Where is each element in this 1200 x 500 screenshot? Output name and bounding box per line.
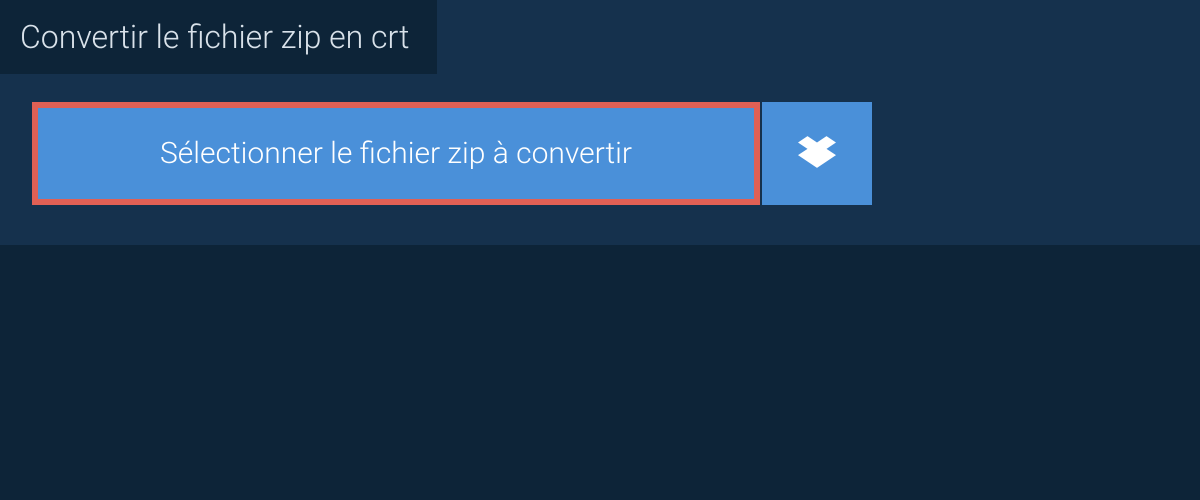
dropbox-icon <box>798 133 836 175</box>
select-file-button[interactable]: Sélectionner le fichier zip à convertir <box>32 102 760 205</box>
converter-panel: Convertir le fichier zip en crt Sélectio… <box>0 0 1200 245</box>
select-file-label: Sélectionner le fichier zip à convertir <box>160 136 632 171</box>
button-row: Sélectionner le fichier zip à convertir <box>32 102 872 205</box>
page-title: Convertir le fichier zip en crt <box>0 0 437 74</box>
dropbox-button[interactable] <box>762 102 872 205</box>
title-text: Convertir le fichier zip en crt <box>20 18 409 56</box>
